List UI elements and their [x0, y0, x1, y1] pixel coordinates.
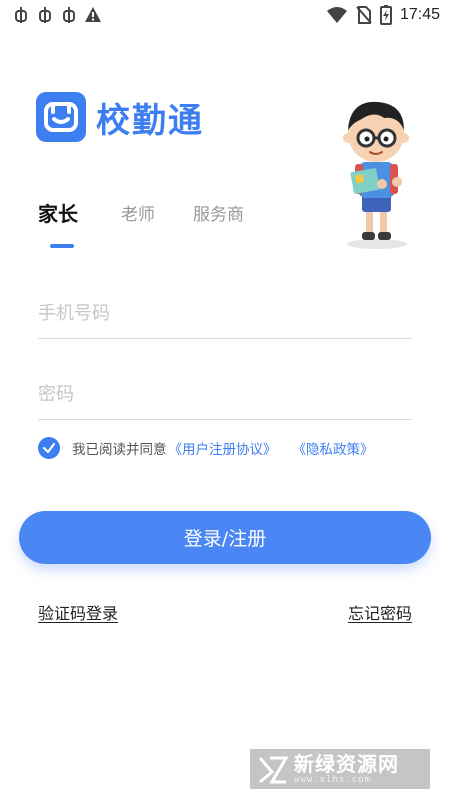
phone-input[interactable] — [38, 288, 412, 338]
battery-icon — [379, 5, 392, 25]
status-left-icons — [12, 6, 102, 24]
student-mascot-illustration — [343, 101, 409, 249]
privacy-policy-link[interactable]: 《隐私政策》 — [293, 438, 374, 458]
forgot-password-link[interactable]: 忘记密码 — [348, 600, 412, 624]
watermark-logo-icon — [258, 756, 288, 784]
phone-field — [38, 288, 412, 339]
login-register-button[interactable]: 登录/注册 — [19, 511, 431, 564]
active-tab-indicator — [50, 244, 74, 248]
status-right-icons: 17:45 — [326, 5, 440, 25]
status-time: 17:45 — [399, 6, 440, 23]
password-field — [38, 369, 412, 420]
bug-icon — [15, 7, 27, 23]
agreement-text: 我已阅读并同意 — [72, 442, 167, 458]
warning-icon — [85, 7, 101, 22]
checkmark-icon — [42, 442, 56, 454]
code-login-link[interactable]: 验证码登录 — [38, 600, 118, 624]
user-agreement-link[interactable]: 《用户注册协议》 — [169, 438, 277, 458]
app-name: 校勤通 — [96, 100, 204, 141]
no-sim-icon — [356, 6, 372, 24]
bug-icon — [63, 7, 75, 23]
watermark: 新绿资源网 www.xlhs.com — [250, 749, 430, 789]
password-input[interactable] — [38, 369, 412, 419]
tab-teacher[interactable]: 老师 — [121, 200, 155, 225]
tab-service-provider[interactable]: 服务商 — [193, 200, 244, 225]
app-logo-icon — [36, 92, 86, 142]
watermark-title: 新绿资源网 — [294, 751, 399, 776]
bug-icon — [39, 7, 51, 23]
agreement-row: 我已阅读并同意 《用户注册协议》 《隐私政策》 — [38, 437, 374, 459]
tab-parent[interactable]: 家长 — [38, 198, 78, 227]
app-logo: 校勤通 — [36, 92, 204, 142]
status-bar: 17:45 — [0, 0, 450, 32]
agreement-checkbox[interactable] — [38, 437, 60, 459]
watermark-subtitle: www.xlhs.com — [294, 774, 372, 785]
wifi-icon — [326, 7, 347, 23]
